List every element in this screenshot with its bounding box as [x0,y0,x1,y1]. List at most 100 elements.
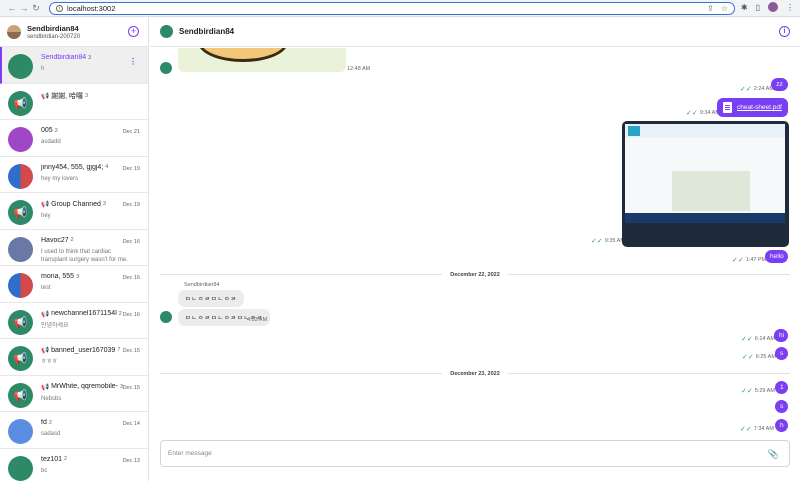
more-menu-icon[interactable]: ⋮ [786,3,794,12]
screenshot-image-message[interactable] [622,121,789,247]
conversation-avatar [8,455,33,481]
conversation-item[interactable]: Havoc27 2 I used to think that cardiac tra… [0,230,148,266]
conversation-title: fd [41,419,47,426]
conversation-date: Dec 13 [122,457,140,464]
outgoing-message[interactable]: h [775,419,788,432]
last-message-preview: hey [41,213,51,219]
message-row: ✓✓ 7:34 AM [740,425,774,433]
read-receipt-icon: ✓✓ [591,238,603,245]
last-message-preview: I used to think that cardiac transplant … [41,248,128,263]
url-text[interactable]: localhost:3002 [67,4,115,13]
document-icon [723,102,732,113]
conversation-item[interactable]: fd 2 sadasd Dec 14 [0,412,148,449]
user-id: sendbirdian-200720 [27,33,81,40]
reload-icon[interactable]: ↻ [30,2,42,14]
last-message-preview: bc [41,467,48,474]
conversation-title: Havoc27 [41,236,69,244]
last-message-preview: sadasd [41,431,61,437]
last-message-preview: 안녕하세요 [41,322,69,329]
back-icon[interactable]: ← [6,2,18,14]
new-channel-icon[interactable]: + [128,26,139,37]
message-input[interactable] [168,450,728,457]
user-avatar[interactable] [7,24,21,39]
conversation-date: Dec 16 [122,238,140,245]
image-message[interactable] [178,48,346,72]
member-count: 3 [102,201,106,207]
last-message-preview: test [41,285,51,291]
message-time: 7:34 AM [753,426,774,432]
incoming-message[interactable]: ㅁㄴㅇㄹㅁㄴㅇㄹ [178,290,245,307]
conversation-item[interactable]: tez101 2 bc Dec 13 [0,449,148,481]
last-message-preview: asdadd [41,139,61,145]
member-count: 3 [84,92,89,99]
member-count: 7 [117,347,121,353]
conversation-date: Dec 19 [122,165,140,172]
outgoing-message[interactable]: hello [765,250,788,263]
conversation-date: Dec 15 [122,348,140,354]
conversation-item[interactable]: jinny454, 555, gjgj4; 4 hey my lovers Dec 1… [0,157,148,193]
user-name: Sendbirdian84 [27,23,79,33]
conversation-date: Dec 16 [122,311,140,318]
message-row: ✓✓ 5:29 AM [741,387,775,395]
member-count: 2 [70,237,74,243]
conversation-date: Dec 21 [122,129,140,135]
conversation-item[interactable]: 005 2 asdadd Dec 21 [0,120,148,157]
conversation-title: 005 [41,127,53,134]
message-row: ✓✓ 2:24 AM [740,85,774,93]
site-info-icon[interactable]: i [56,5,63,12]
conversation-avatar: 📢 [8,382,33,408]
outgoing-message[interactable]: s [775,400,788,413]
read-receipt-icon: ✓✓ [740,86,752,93]
last-message-preview: Nebsbs [41,395,62,402]
message-row: ✓✓ 9:34 AM [686,109,720,117]
conversation-title: Sendbirdian84 [41,54,87,61]
conversation-item[interactable]: 📢 📢 MrWhite, qqremobile- 3 Nebsbs Dec 15 [0,376,148,412]
date-separator: December 23, 2022 [160,369,791,378]
channel-title: Sendbirdian84 [179,27,235,36]
conversation-date: Dec 16 [122,275,140,281]
last-message-preview: hey my lovers [41,175,79,182]
conversation-avatar [8,419,33,444]
read-receipt-icon: ✓✓ [741,388,753,395]
file-link[interactable]: cheat-sheet.pdf [737,104,782,111]
sender-name: Sendbirdian84 [184,282,220,288]
conversation-menu-icon[interactable]: ⋮ [129,57,137,66]
conversation-title: banned_user167039 [51,346,116,354]
member-count: 2 [64,456,68,462]
conversation-sidebar: Sendbirdian84 sendbirdian-200720 + Sendb… [0,17,149,481]
message-row: ✓✓ 9:35 AM [591,237,625,245]
conversation-avatar: 📢 [8,90,33,116]
read-receipt-icon: ✓✓ [686,110,698,117]
message-time: 12:48 AM [347,66,371,72]
member-count: 2 [54,127,58,134]
outgoing-message[interactable]: hi [774,329,788,342]
outgoing-message[interactable]: zz [771,78,788,91]
sender-avatar [160,62,172,74]
conversation-item[interactable]: Sendbirdian84 3 h ⋮ [0,47,148,84]
file-message[interactable]: cheat-sheet.pdf [717,98,788,117]
conversation-avatar: 📢 [8,200,33,225]
outgoing-message[interactable]: 1 [775,381,788,394]
extensions-icon[interactable]: ✱ [741,3,748,12]
channel-info-icon[interactable]: i [779,26,790,37]
conversation-item[interactable]: 📢 📢 Group Channed 3 hey Dec 19 [0,193,148,230]
outgoing-message[interactable]: s [775,347,788,360]
profile-avatar[interactable] [768,2,778,12]
message-time: 4:03 AM [247,317,268,323]
conversation-avatar [8,54,33,79]
conversation-date: Dec 15 [122,384,140,391]
share-icon[interactable]: ⇪ [707,4,714,13]
bookmark-star-icon[interactable]: ☆ [721,4,728,13]
conversation-item[interactable]: 📢 📢 banned_user167039 7 ㅎㅎㅎ Dec 15 [0,339,148,376]
message-row: ✓✓ 6:14 AM [741,335,775,343]
conversation-item[interactable]: mona, 555 3 test Dec 16 [0,266,148,303]
attach-file-icon[interactable]: 📎 [768,449,779,460]
message-row: ✓✓ 1:47 PM [732,256,766,264]
conversation-item[interactable]: 📢 📢 newchannel1671154l 2 안녕하세요 Dec 16 [0,303,148,339]
conversation-item[interactable]: 📢 📢 謝謝, 哈囉 3 [0,84,148,120]
side-panel-icon[interactable]: ▯ [756,3,760,12]
address-bar[interactable]: i localhost:3002 ⇪ ☆ [49,2,735,15]
forward-icon[interactable]: → [18,2,30,14]
channel-avatar [160,25,173,38]
message-list: 12:48 AM ✓✓ 2:24 AM zz ✓✓ 9:34 AM cheat-… [150,48,800,438]
